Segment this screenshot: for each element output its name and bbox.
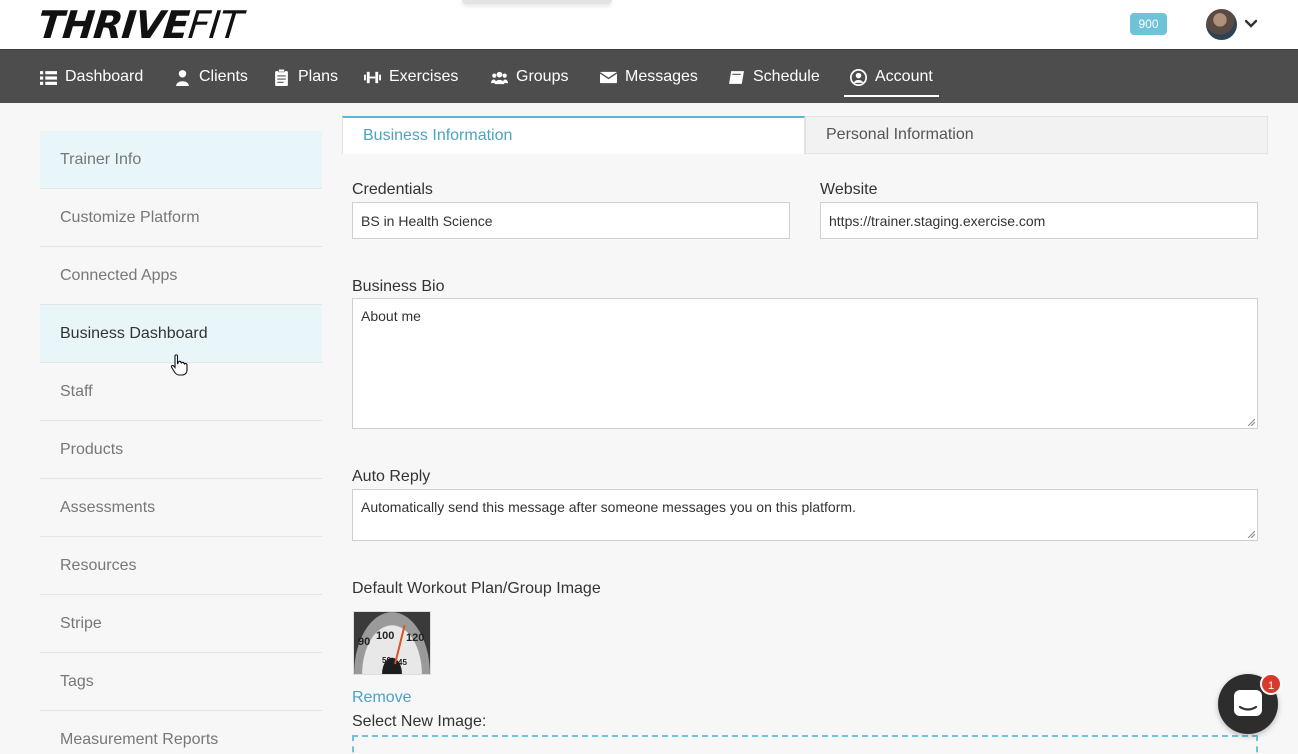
scale-number: 50 [382, 656, 391, 665]
website-label: Website [820, 181, 878, 198]
nav-messages[interactable]: Messages [600, 50, 698, 104]
sidebar-item-measurement-reports[interactable]: Measurement Reports [40, 711, 322, 754]
nav-label: Account [875, 68, 933, 85]
logo-text-light: FIT [186, 3, 245, 47]
credentials-input[interactable]: BS in Health Science [352, 202, 790, 239]
sidebar-item-customize-platform[interactable]: Customize Platform [40, 189, 322, 247]
top-tab-shadow [462, 0, 612, 4]
sidebar-item-label: Stripe [60, 614, 102, 632]
nav-clients[interactable]: Clients [174, 50, 248, 104]
clipboard-icon [275, 68, 288, 86]
logo-text-bold: THRIVE [35, 3, 191, 47]
dumbbell-icon [364, 71, 381, 83]
avatar[interactable] [1206, 9, 1237, 40]
nav-label: Clients [199, 68, 248, 85]
resize-handle-icon[interactable] [1247, 530, 1255, 538]
business-bio-label: Business Bio [352, 278, 445, 295]
sidebar-item-resources[interactable]: Resources [40, 537, 322, 595]
sidebar-item-label: Resources [60, 556, 137, 574]
business-bio-value: About me [361, 308, 421, 324]
nav-dashboard[interactable]: Dashboard [40, 50, 143, 104]
sidebar-item-tags[interactable]: Tags [40, 653, 322, 711]
sidebar-item-stripe[interactable]: Stripe [40, 595, 322, 653]
nav-groups[interactable]: Groups [491, 50, 568, 104]
sidebar-item-label: Customize Platform [60, 208, 200, 226]
users-icon [491, 71, 508, 84]
nav-schedule[interactable]: Schedule [728, 50, 820, 104]
scale-number: 120 [406, 632, 425, 644]
envelope-icon [600, 71, 617, 83]
chevron-down-icon[interactable] [1243, 16, 1259, 32]
user-icon [176, 69, 189, 86]
website-input[interactable]: https://trainer.staging.exercise.com [820, 202, 1258, 239]
sidebar-item-trainer-info[interactable]: Trainer Info [40, 131, 322, 189]
tab-business-information[interactable]: Business Information [342, 116, 805, 154]
auto-reply-label: Auto Reply [352, 468, 431, 485]
scale-number: 45 [398, 658, 407, 667]
sidebar-item-label: Staff [60, 382, 93, 400]
sidebar-item-label: Measurement Reports [60, 730, 219, 748]
sidebar-item-label: Connected Apps [60, 266, 178, 284]
sidebar-item-label: Trainer Info [60, 150, 142, 168]
sidebar-item-products[interactable]: Products [40, 421, 322, 479]
default-image-label: Default Workout Plan/Group Image [352, 580, 601, 597]
remove-image-link[interactable]: Remove [352, 689, 412, 707]
main-navbar: Dashboard Clients Plans Exercises Groups… [0, 49, 1298, 103]
sidebar-item-connected-apps[interactable]: Connected Apps [40, 247, 322, 305]
logo[interactable]: THRIVEFIT [35, 3, 245, 47]
resize-handle-icon[interactable] [1247, 418, 1255, 426]
scale-number: 90 [358, 636, 371, 648]
scale-number: 100 [376, 630, 395, 642]
nav-account[interactable]: Account [844, 50, 939, 104]
auto-reply-textarea[interactable]: Automatically send this message after so… [352, 489, 1258, 541]
hand-cursor-icon [170, 354, 188, 376]
auto-reply-value: Automatically send this message after so… [361, 499, 856, 515]
info-tabs: Business Information Personal Informatio… [342, 116, 1268, 154]
account-sidebar: Trainer Info Customize Platform Connecte… [40, 131, 322, 754]
points-badge[interactable]: 900 [1130, 13, 1167, 35]
website-value: https://trainer.staging.exercise.com [829, 212, 1046, 229]
tab-personal-information[interactable]: Personal Information [805, 116, 1268, 154]
chat-unread-badge: 1 [1260, 673, 1282, 695]
nav-label: Messages [625, 68, 698, 85]
user-circle-icon [850, 68, 867, 86]
image-dropzone[interactable] [352, 735, 1258, 754]
list-icon [40, 70, 57, 85]
nav-label: Groups [516, 68, 569, 85]
nav-label: Exercises [389, 68, 459, 85]
sidebar-item-label: Business Dashboard [60, 324, 208, 342]
nav-exercises[interactable]: Exercises [364, 50, 458, 104]
business-bio-textarea[interactable]: About me [352, 298, 1258, 429]
sidebar-item-label: Tags [60, 672, 94, 690]
nav-label: Schedule [753, 68, 820, 85]
top-header: THRIVEFIT 900 [0, 0, 1298, 49]
select-image-label: Select New Image: [352, 713, 487, 730]
credentials-label: Credentials [352, 181, 433, 198]
sidebar-item-label: Products [60, 440, 124, 458]
nav-plans[interactable]: Plans [273, 50, 338, 104]
credentials-value: BS in Health Science [361, 212, 493, 229]
sidebar-item-label: Assessments [60, 498, 156, 516]
book-icon [729, 70, 744, 84]
sidebar-item-assessments[interactable]: Assessments [40, 479, 322, 537]
nav-label: Dashboard [65, 68, 144, 85]
nav-label: Plans [298, 68, 339, 85]
default-image-thumbnail: 90 100 120 50 45 [353, 611, 431, 675]
